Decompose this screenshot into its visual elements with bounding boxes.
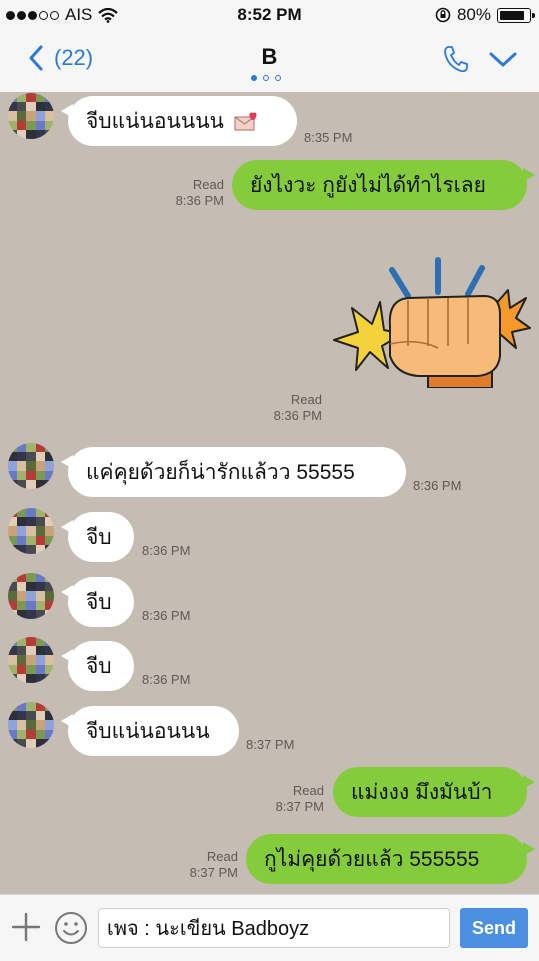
send-button[interactable]: Send [460,908,528,948]
page-indicator [251,75,281,81]
message-text: จีบแน่นอนนน [86,719,210,743]
read-label: Read [292,783,324,798]
message-bubble[interactable]: แม่งงง มึงมันบ้า [333,767,535,817]
avatar[interactable] [8,508,54,554]
message-time: 8:36 PM [142,543,191,558]
message-text: จีบ [86,525,112,549]
message-bubble[interactable]: ยังไงวะ กูยังไม่ได้ทำไรเลย [232,160,535,210]
read-label: Read [290,392,322,407]
message-text: จีบแน่นอนนนน [86,109,224,133]
phone-icon[interactable] [442,44,470,74]
rotation-lock-icon [435,7,451,23]
chat-area[interactable]: จีบแน่นอนนนน 8:35 PM Read 8:36 PM ยังไงว… [0,92,539,894]
message-time: 8:37 PM [189,865,238,880]
message-bubble[interactable]: จีบแน่นอนนนน [61,96,297,146]
read-receipt: Read 8:36 PM [266,392,322,424]
message-bubble[interactable]: จีบ [61,512,134,562]
message-bubble[interactable]: แค่คุยด้วยก็น่ารักแล้วว 55555 [61,447,406,497]
message-text: จีบ [86,590,112,614]
message-time: 8:36 PM [413,478,462,493]
emoji-icon[interactable] [54,911,88,945]
read-receipt: Read 8:37 PM [268,783,324,815]
message-bubble[interactable]: จีบ [61,577,134,627]
message-time: 8:36 PM [142,608,191,623]
message-time: 8:36 PM [175,193,224,208]
avatar[interactable] [8,93,54,139]
avatar[interactable] [8,637,54,683]
punching-fist-sticker[interactable] [328,248,538,388]
avatar[interactable] [8,443,54,489]
battery-icon [497,7,535,23]
read-label: Read [192,177,224,192]
status-right: 80% [435,5,535,25]
plus-icon[interactable] [10,911,42,943]
message-text: กูไม่คุยด้วยแล้ว 555555 [264,847,480,871]
message-time: 8:36 PM [142,672,191,687]
message-input[interactable] [98,908,450,948]
read-receipt: Read 8:37 PM [182,849,238,881]
avatar[interactable] [8,573,54,619]
avatar[interactable] [8,702,54,748]
message-bubble[interactable]: จีบ [61,641,134,691]
message-time: 8:35 PM [304,130,353,145]
chevron-down-icon[interactable] [488,50,518,70]
message-composer: Send [0,894,539,961]
chat-header: (22) B [0,30,539,93]
battery-percent: 80% [456,5,491,24]
message-time: 8:37 PM [275,799,324,814]
message-time: 8:37 PM [246,737,295,752]
status-bar: AIS 8:52 PM 80% [0,0,539,30]
message-text: จีบ [86,654,112,678]
read-receipt: Read 8:36 PM [168,177,224,209]
message-bubble[interactable]: กูไม่คุยด้วยแล้ว 555555 [246,834,535,884]
read-label: Read [206,849,238,864]
message-text: แค่คุยด้วยก็น่ารักแล้วว 55555 [86,460,355,484]
message-text: ยังไงวะ กูยังไม่ได้ทำไรเลย [250,173,486,197]
message-time: 8:36 PM [273,408,322,423]
heart-envelope-emoji-icon [234,112,257,131]
message-text: แม่งงง มึงมันบ้า [351,780,493,804]
message-bubble[interactable]: จีบแน่นอนนน [61,706,239,756]
